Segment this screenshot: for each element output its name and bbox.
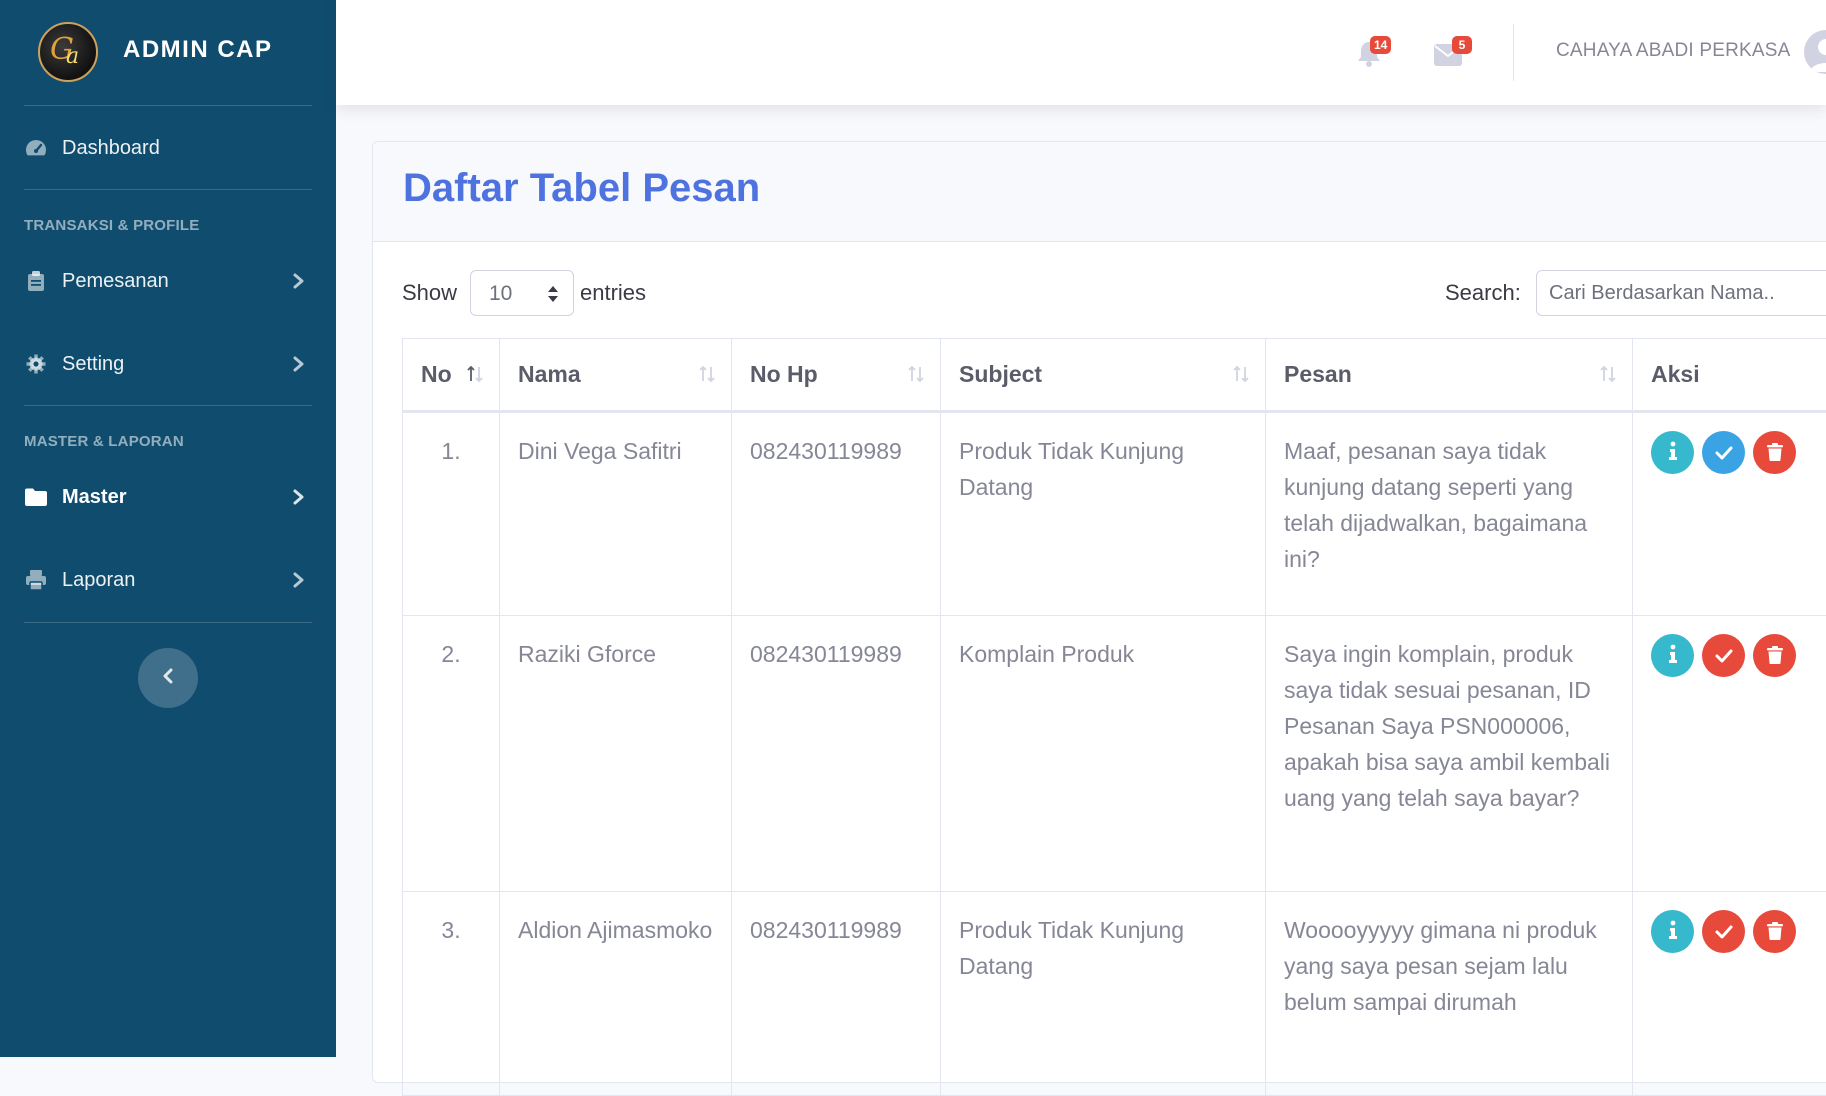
sidebar-item-laporan[interactable]: Laporan [0,555,336,605]
sidebar-divider [24,105,312,106]
messages-button[interactable]: 5 [1434,38,1464,68]
detail-button[interactable] [1651,634,1694,677]
column-header-subject[interactable]: Subject [941,339,1266,412]
sidebar-toggle-button[interactable] [138,648,198,708]
sidebar: Ga ADMIN CAP Dashboard TRANSAKSI & PROFI… [0,0,336,1057]
mark-read-button[interactable] [1702,910,1745,953]
chevron-left-icon [161,666,175,691]
chevron-right-icon [292,353,306,375]
check-icon [1714,914,1734,950]
entries-select-value: 10 [489,282,512,306]
entries-select[interactable]: 10 [470,270,574,316]
brand-title: ADMIN CAP [123,36,273,64]
sidebar-item-label: Master [62,486,126,509]
sidebar-item-dashboard[interactable]: Dashboard [0,123,336,173]
cell-no: 2. [403,616,500,892]
sidebar-item-label: Pemesanan [62,270,169,293]
cell-no-hp: 082430119989 [732,412,941,616]
chevron-right-icon [292,569,306,591]
sidebar-divider [24,405,312,406]
table-header-row: No Nama No Hp Subject Pesan Aksi [403,339,1826,412]
sort-asc-icon [465,363,485,383]
sort-icon [906,363,926,383]
cell-aksi [1633,412,1826,616]
alerts-button[interactable]: 14 [1356,38,1386,68]
chevron-right-icon [292,270,306,292]
printer-icon [25,569,47,591]
table-row: 2. Raziki Gforce 082430119989 Komplain P… [403,616,1826,892]
clipboard-icon [25,270,47,292]
cell-pesan: Saya ingin komplain, produk saya tidak s… [1266,616,1633,892]
cell-nama: Dini Vega Safitri [500,412,732,616]
brand-logo: Ga [38,22,98,82]
check-icon [1714,435,1734,471]
sidebar-divider [24,622,312,623]
messages-count-badge: 5 [1452,36,1472,54]
sidebar-item-label: Setting [62,353,124,376]
trash-icon [1767,638,1783,674]
delete-button[interactable] [1753,910,1796,953]
detail-button[interactable] [1651,910,1694,953]
cell-nama: Aldion Ajimasmoko [500,892,732,1096]
column-header-aksi[interactable]: Aksi [1633,339,1826,412]
cell-subject: Produk Tidak Kunjung Datang [941,892,1266,1096]
check-icon [1714,638,1734,674]
cell-subject: Produk Tidak Kunjung Datang [941,412,1266,616]
info-icon [1668,638,1678,674]
search-input[interactable] [1536,270,1826,316]
sidebar-item-master[interactable]: Master [0,472,336,522]
page-title: Daftar Tabel Pesan [403,166,760,211]
show-label: Show [402,280,457,306]
search-label: Search: [1445,280,1521,306]
folder-icon [25,486,47,508]
sidebar-heading: TRANSAKSI & PROFILE [24,217,199,234]
sort-arrows-icon [547,285,559,308]
delete-button[interactable] [1753,431,1796,474]
cell-aksi [1633,892,1826,1096]
topbar-divider [1513,24,1514,81]
sort-icon [1598,363,1618,383]
detail-button[interactable] [1651,431,1694,474]
column-header-nama[interactable]: Nama [500,339,732,412]
mark-read-button[interactable] [1702,634,1745,677]
delete-button[interactable] [1753,634,1796,677]
sort-icon [1231,363,1251,383]
column-header-no[interactable]: No [403,339,500,412]
tachometer-icon [25,137,47,159]
messages-table: No Nama No Hp Subject Pesan Aksi [402,338,1826,1096]
table-row: 3. Aldion Ajimasmoko 082430119989 Produk… [403,892,1826,1096]
column-header-no-hp[interactable]: No Hp [732,339,941,412]
gear-icon [25,353,47,375]
cell-no: 3. [403,892,500,1096]
card-header: Daftar Tabel Pesan [373,142,1826,242]
trash-icon [1767,435,1783,471]
cell-pesan: Wooooyyyyy gimana ni produk yang saya pe… [1266,892,1633,1096]
sidebar-item-label: Dashboard [62,137,160,160]
cell-no-hp: 082430119989 [732,892,941,1096]
trash-icon [1767,914,1783,950]
cell-no-hp: 082430119989 [732,616,941,892]
cell-no: 1. [403,412,500,616]
sidebar-divider [24,189,312,190]
info-icon [1668,435,1678,471]
sort-icon [697,363,717,383]
chevron-right-icon [292,486,306,508]
alerts-count-badge: 14 [1370,36,1391,54]
sidebar-item-pemesanan[interactable]: Pemesanan [0,256,336,306]
sidebar-item-label: Laporan [62,569,135,592]
user-name[interactable]: CAHAYA ABADI PERKASA [1556,40,1791,62]
sidebar-item-setting[interactable]: Setting [0,339,336,389]
sidebar-heading: MASTER & LAPORAN [24,433,184,450]
cell-aksi [1633,616,1826,892]
table-row: 1. Dini Vega Safitri 082430119989 Produk… [403,412,1826,616]
mark-read-button[interactable] [1702,431,1745,474]
cell-pesan: Maaf, pesanan saya tidak kunjung datang … [1266,412,1633,616]
brand[interactable]: Ga ADMIN CAP [0,0,336,105]
column-header-pesan[interactable]: Pesan [1266,339,1633,412]
info-icon [1668,914,1678,950]
cell-subject: Komplain Produk [941,616,1266,892]
cell-nama: Raziki Gforce [500,616,732,892]
entries-label: entries [580,280,646,306]
